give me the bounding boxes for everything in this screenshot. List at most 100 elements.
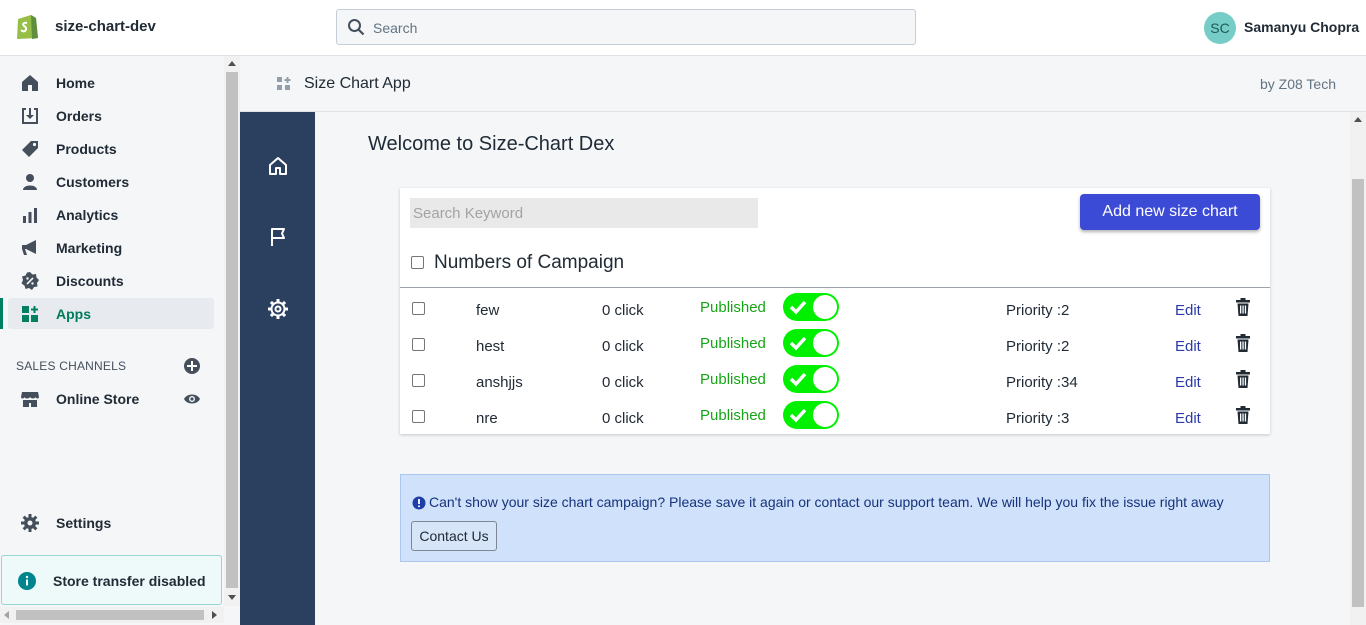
search-placeholder: Search [373,20,418,36]
scroll-right-arrow[interactable] [212,611,217,619]
app-icon [277,77,291,90]
add-size-chart-button[interactable]: Add new size chart [1080,194,1260,230]
trash-icon[interactable] [1235,406,1251,424]
sidebar-item-label: Customers [56,174,130,190]
row-checkbox[interactable] [412,374,425,387]
sidebar-item-apps[interactable]: Apps [8,298,214,329]
person-icon [23,174,37,190]
edit-link[interactable]: Edit [1175,302,1201,319]
row-checkbox[interactable] [412,302,425,315]
table-row: few 0 click Published Priority :2 Edit [400,290,1270,326]
home-icon [22,75,38,91]
sidebar-item-orders[interactable]: Orders [8,100,214,131]
active-indicator [0,298,3,329]
scrollbar-thumb[interactable] [226,72,238,588]
store-transfer-banner: Store transfer disabled [1,555,222,605]
sidebar-item-customers[interactable]: Customers [8,166,214,197]
edit-link[interactable]: Edit [1175,374,1201,391]
scroll-up-arrow[interactable] [228,61,236,66]
toggle-knob [813,367,837,391]
app-main: Welcome to Size-Chart Dex Add new size c… [315,112,1350,625]
sidebar-item-discounts[interactable]: Discounts [8,265,214,296]
status-label: Published [700,371,766,388]
app-side-nav [240,112,315,625]
sidebar-item-label: Orders [56,108,102,124]
scroll-left-arrow[interactable] [4,611,9,619]
contact-us-button[interactable]: Contact Us [411,521,497,551]
select-all-checkbox[interactable] [411,256,424,269]
scroll-up-arrow[interactable] [1354,117,1362,122]
app-developer[interactable]: by Z08 Tech [1260,76,1336,92]
publish-toggle[interactable] [783,329,839,357]
trash-icon[interactable] [1235,370,1251,388]
publish-toggle[interactable] [783,401,839,429]
table-row: nre 0 click Published Priority :3 Edit [400,398,1270,434]
trash-icon[interactable] [1235,298,1251,316]
publish-toggle[interactable] [783,365,839,393]
keyword-search-input[interactable] [410,198,758,228]
avatar[interactable]: SC [1204,12,1236,44]
toggle-knob [813,331,837,355]
sidebar-item-marketing[interactable]: Marketing [8,232,214,263]
add-sales-channel-icon[interactable] [183,357,201,375]
row-checkbox[interactable] [412,338,425,351]
click-count: 0 click [602,338,644,355]
click-count: 0 click [602,374,644,391]
sidebar-item-label: Apps [56,306,91,322]
sidebar-item-home[interactable]: Home [8,67,214,98]
table-row: anshjjs 0 click Published Priority :34 E… [400,362,1270,398]
campaign-name: anshjjs [476,374,523,391]
sidebar-item-products[interactable]: Products [8,133,214,164]
row-checkbox[interactable] [412,410,425,423]
global-search-input[interactable]: Search [336,9,916,45]
campaign-name: nre [476,410,498,427]
scrollbar-thumb[interactable] [1352,179,1364,607]
store-icon [21,392,39,407]
store-name[interactable]: size-chart-dev [55,18,156,35]
publish-toggle[interactable] [783,293,839,321]
scrollbar-thumb[interactable] [16,610,204,620]
app-header: Size Chart App by Z08 Tech [240,56,1366,112]
search-icon [348,19,365,36]
user-name[interactable]: Samanyu Chopra [1244,19,1359,35]
sidebar-item-label: Settings [56,515,112,531]
trash-icon[interactable] [1235,334,1251,352]
app-title: Size Chart App [304,75,411,92]
scroll-down-arrow[interactable] [228,595,236,600]
sidebar-item-settings[interactable]: Settings [8,507,214,538]
sidebar-item-analytics[interactable]: Analytics [8,199,214,230]
flag-icon[interactable] [266,225,290,249]
megaphone-icon [22,240,36,255]
discount-icon [21,272,39,290]
top-bar: size-chart-dev Search SC Samanyu Chopra [0,0,1366,56]
edit-link[interactable]: Edit [1175,410,1201,427]
sidebar-item-label: Home [56,75,95,91]
bar-chart-icon [23,208,37,223]
toggle-knob [813,403,837,427]
toggle-knob [813,295,837,319]
gear-icon [21,514,39,532]
checkmark-icon [789,372,807,387]
main-scrollbar[interactable] [1350,112,1366,625]
campaign-card: Add new size chart Numbers of Campaign f… [400,188,1270,434]
sidebar-item-label: Products [56,141,117,157]
priority-value: Priority :3 [1006,410,1070,427]
gear-icon[interactable] [266,297,290,321]
priority-value: Priority :2 [1006,338,1070,355]
sidebar-item-label: Discounts [56,273,124,289]
shopify-logo-icon[interactable] [14,12,40,40]
apps-icon [22,306,38,322]
edit-link[interactable]: Edit [1175,338,1201,355]
sidebar-horizontal-scrollbar[interactable] [0,607,224,623]
eye-icon[interactable] [183,390,201,408]
home-icon[interactable] [266,154,290,178]
orders-icon [22,108,38,124]
sidebar-scrollbar[interactable] [224,56,240,606]
click-count: 0 click [602,302,644,319]
sidebar: Home Orders Products Customers Analytics… [0,56,224,625]
info-icon [412,496,426,510]
notice-text: Can't show your size chart campaign? Ple… [429,494,1224,510]
sidebar-item-label: Analytics [56,207,119,223]
status-label: Published [700,335,766,352]
campaign-count-heading: Numbers of Campaign [434,252,625,273]
